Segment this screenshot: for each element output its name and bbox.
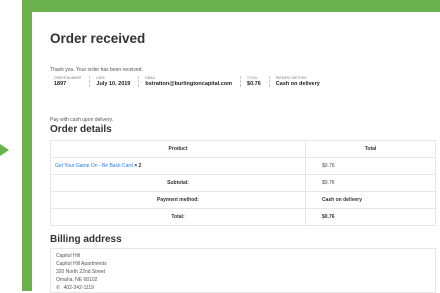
- phone-number: 402-342-1119: [63, 285, 94, 291]
- overview-total: TOTAL $0.76: [241, 76, 270, 87]
- payment-method-label: Payment method:: [50, 191, 306, 209]
- product-total: $0.76: [305, 157, 436, 175]
- billing-address: Capitol Hill Capitol Hill Apartments 320…: [50, 248, 436, 293]
- address-line: Capitol Hill: [56, 253, 80, 259]
- overview-email: EMAIL bstratton@burlingtoncapital.com: [139, 76, 242, 87]
- address-line: Omaha, NE 68102: [56, 277, 98, 283]
- thank-you-message: Thank you. Your order has been received.: [50, 67, 143, 73]
- table-row: Subtotal: $0.76: [50, 174, 436, 192]
- overview-date: DATE July 10, 2019: [90, 76, 140, 87]
- overview-value: Cash on delivery: [275, 81, 320, 87]
- table-row: Payment method: Cash on delivery: [50, 191, 436, 209]
- product-quantity: × 2: [134, 163, 142, 169]
- column-header-product: Product: [50, 140, 306, 158]
- overview-label: EMAIL: [145, 76, 156, 80]
- order-details-table: Product Total Get Your Game On - Be Back…: [50, 140, 436, 226]
- overview-value: bstratton@burlingtoncapital.com: [145, 81, 233, 87]
- page-title: Order received: [50, 31, 146, 46]
- overview-value: July 10, 2019: [96, 81, 131, 87]
- pointer-arrow: [0, 144, 9, 156]
- address-line: Capitol Hill Apartments: [56, 261, 107, 267]
- overview-value: 1897: [54, 81, 67, 87]
- product-link[interactable]: Get Your Game On - Be Back Card: [55, 163, 133, 169]
- product-cell: Get Your Game On - Be Back Card × 2: [50, 157, 306, 175]
- address-line: 320 North 22nd Street: [56, 269, 106, 275]
- table-row: Total: $0.76: [50, 208, 436, 226]
- payment-instructions: Pay with cash upon delivery.: [50, 117, 113, 123]
- payment-method-value: Cash on delivery: [305, 191, 436, 209]
- overview-payment-method: PAYMENT METHOD Cash on delivery: [270, 76, 328, 87]
- overview-label: ORDER NUMBER: [54, 76, 82, 80]
- order-received-card: Order received Thank you. Your order has…: [32, 12, 440, 293]
- overview-label: DATE: [96, 76, 106, 80]
- subtotal-value: $0.76: [305, 174, 436, 192]
- table-header-row: Product Total: [50, 140, 436, 158]
- overview-label: TOTAL: [247, 76, 258, 80]
- subtotal-label: Subtotal:: [50, 174, 306, 192]
- total-label: Total:: [50, 208, 306, 226]
- overview-value: $0.76: [247, 81, 261, 87]
- table-row: Get Your Game On - Be Back Card × 2 $0.7…: [50, 157, 436, 175]
- column-header-total: Total: [305, 140, 436, 158]
- order-overview: ORDER NUMBER 1897 DATE July 10, 2019 EMA…: [50, 76, 328, 87]
- billing-address-heading: Billing address: [50, 234, 122, 245]
- overview-order-number: ORDER NUMBER 1897: [50, 76, 91, 87]
- overview-label: PAYMENT METHOD: [275, 76, 307, 80]
- total-value: $0.76: [305, 208, 436, 226]
- order-details-heading: Order details: [50, 124, 112, 135]
